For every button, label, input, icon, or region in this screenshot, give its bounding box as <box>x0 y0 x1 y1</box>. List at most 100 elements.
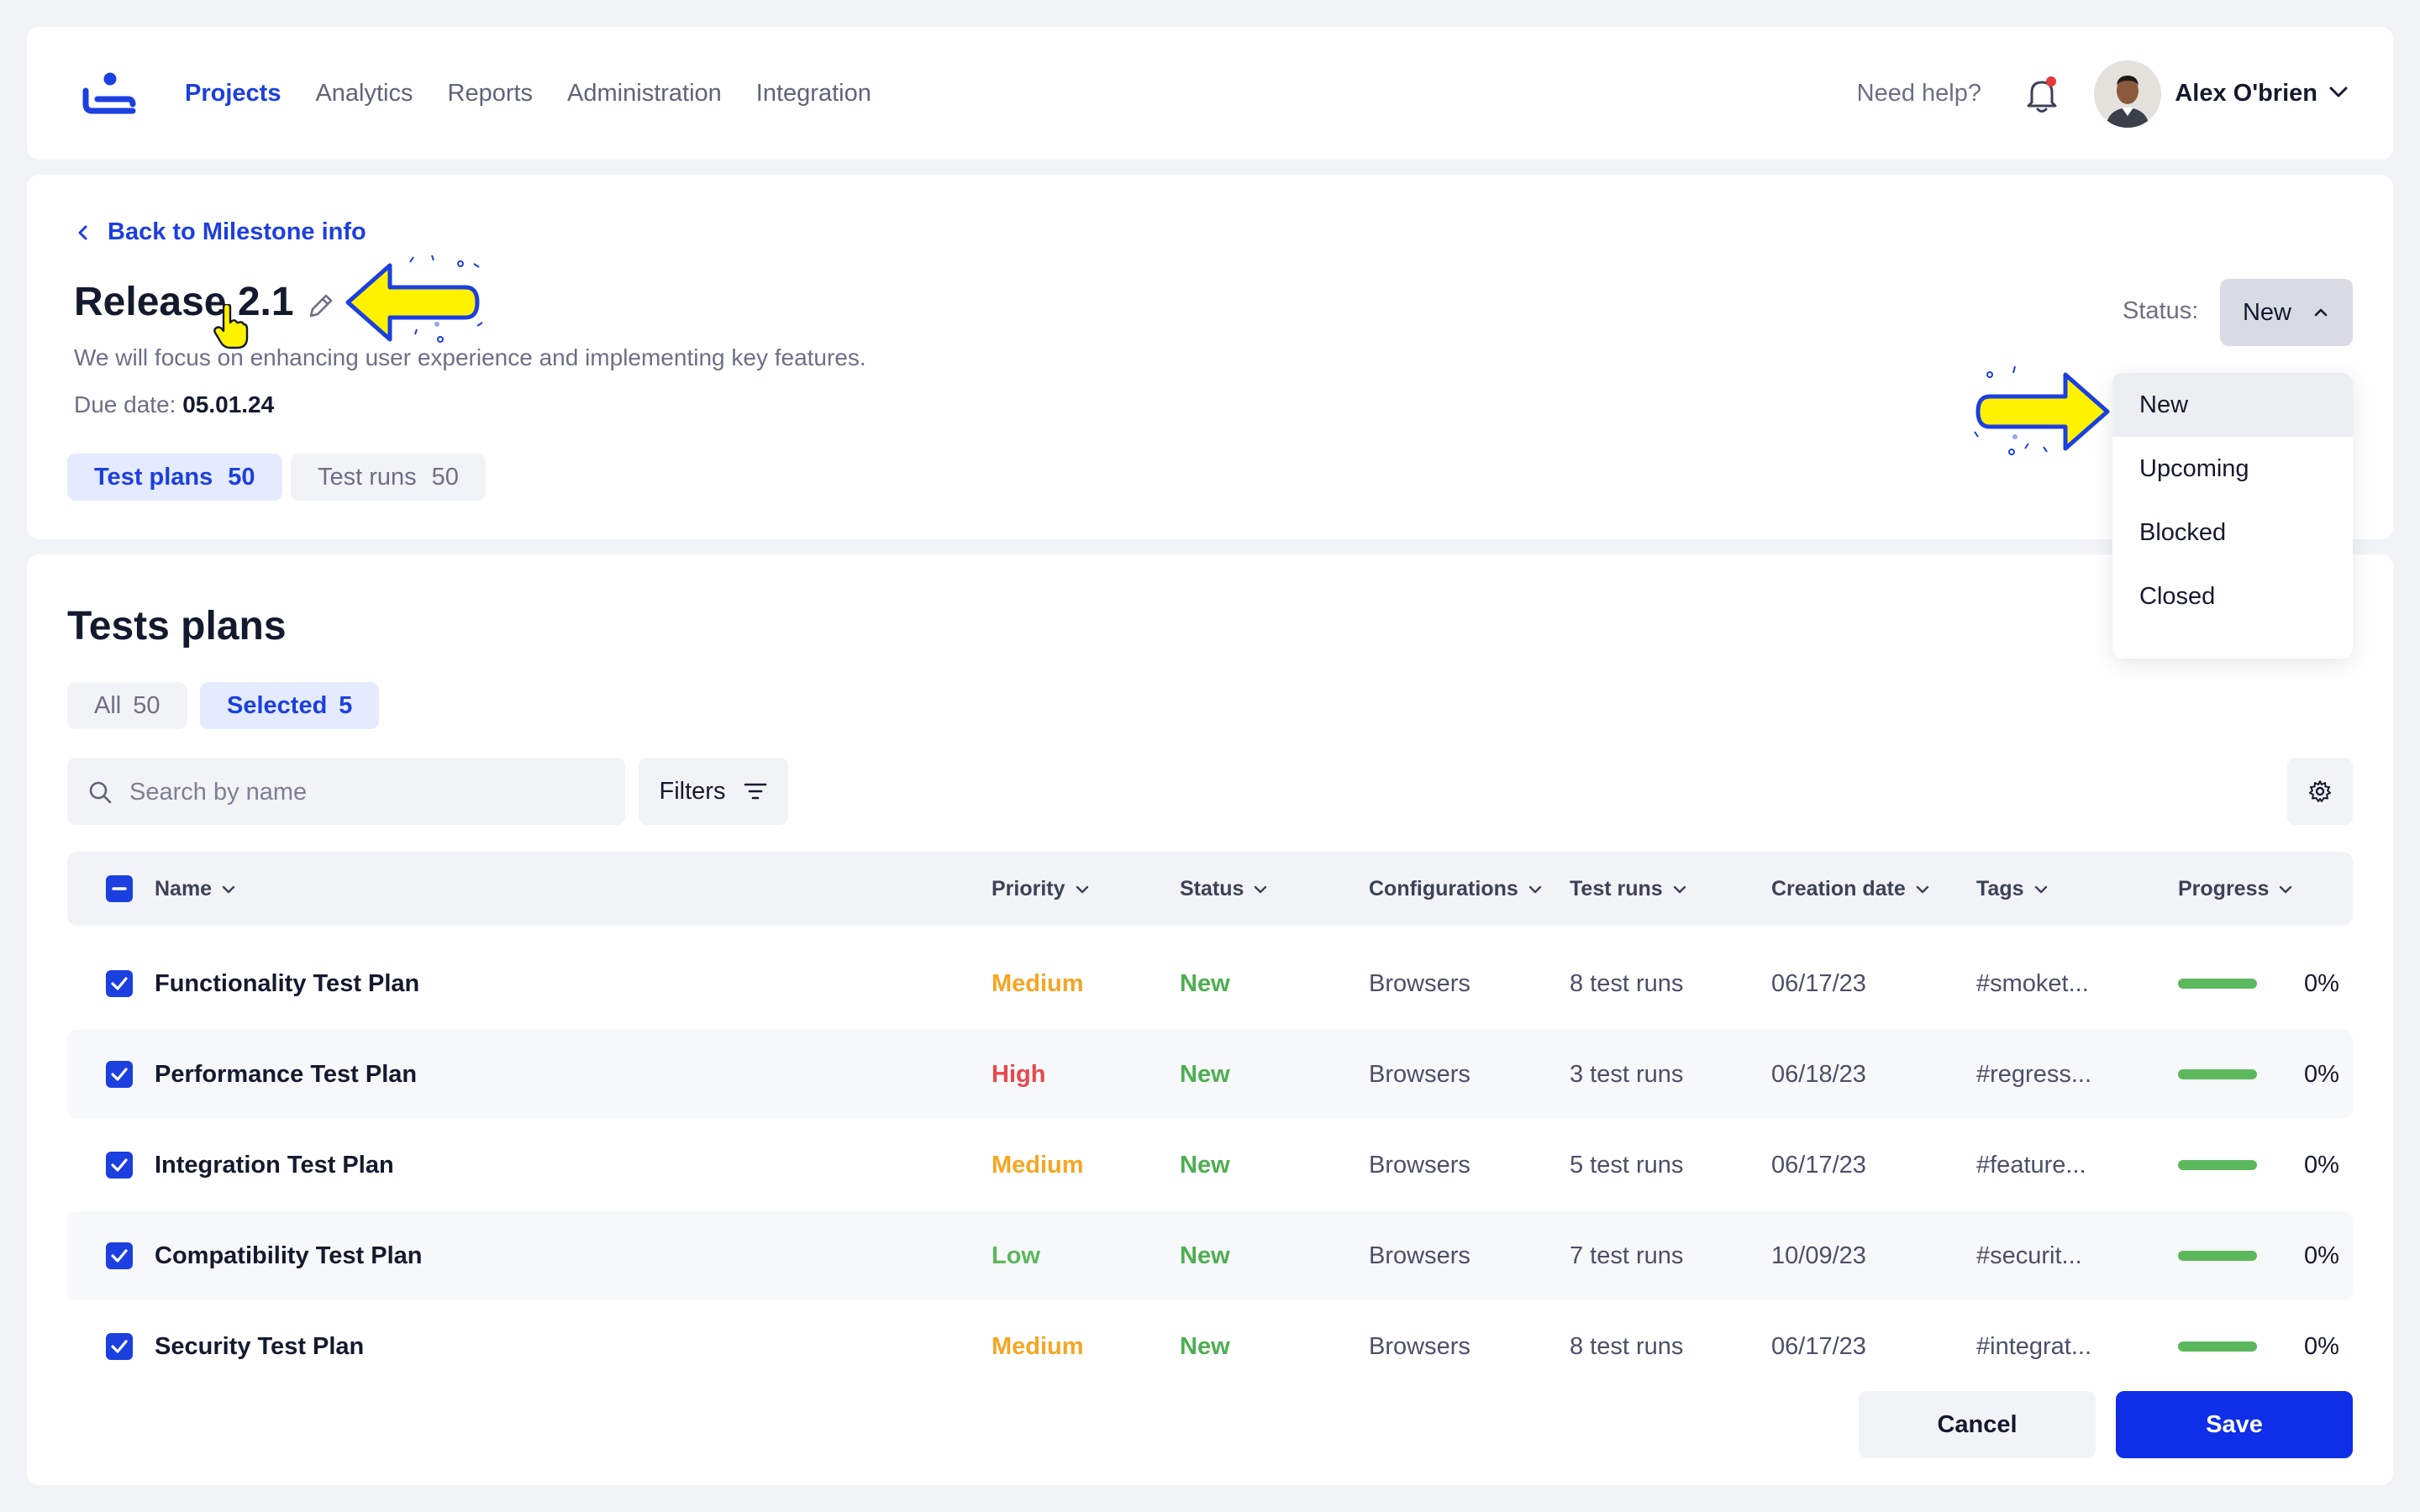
chevron-up-icon <box>2314 308 2328 317</box>
column-header-status[interactable]: Status <box>1180 852 1269 926</box>
column-header-progress[interactable]: Progress <box>2178 852 2294 926</box>
select-all-checkbox[interactable] <box>106 875 133 902</box>
table-row[interactable]: Integration Test Plan Medium New Browser… <box>67 1121 2353 1210</box>
back-link[interactable]: Back to Milestone info <box>74 218 366 246</box>
tab-test-plans-count: 50 <box>228 464 255 491</box>
milestone-title: Release 2.1 <box>74 280 294 324</box>
status-select-value: New <box>2242 298 2291 326</box>
search-box <box>67 758 625 827</box>
row-checkbox[interactable] <box>106 1152 133 1179</box>
row-checkbox[interactable] <box>106 1333 133 1360</box>
nav-integration[interactable]: Integration <box>756 80 871 108</box>
cell-creation-date: 06/18/23 <box>1771 1061 1866 1088</box>
row-checkbox[interactable] <box>106 1242 133 1269</box>
cell-creation-date: 06/17/23 <box>1771 1333 1866 1360</box>
cell-tags: #securit... <box>1976 1242 2082 1269</box>
check-icon <box>111 1158 128 1172</box>
due-date: Due date: 05.01.24 <box>74 391 274 418</box>
due-date-label: Due date: <box>74 391 176 417</box>
cell-tags: #integrat... <box>1976 1333 2092 1360</box>
user-avatar[interactable] <box>2094 60 2161 128</box>
save-button[interactable]: Save <box>2116 1391 2353 1458</box>
table-row[interactable]: Functionality Test Plan Medium New Brows… <box>67 939 2353 1028</box>
tab-test-plans-label: Test plans <box>94 464 213 491</box>
chevron-down-icon <box>1528 886 1541 894</box>
cell-name[interactable]: Performance Test Plan <box>155 1030 417 1119</box>
chevron-down-icon[interactable] <box>2326 79 2351 104</box>
status-option-new[interactable]: New <box>2112 373 2353 437</box>
cell-name[interactable]: Integration Test Plan <box>155 1121 394 1210</box>
progress-bar <box>2178 1069 2257 1079</box>
filters-button[interactable]: Filters <box>639 758 788 825</box>
status-option-closed[interactable]: Closed <box>2112 564 2353 628</box>
search-input[interactable] <box>128 758 610 827</box>
status-label: Status: <box>2123 297 2199 324</box>
back-link-label: Back to Milestone info <box>108 218 366 245</box>
nav-analytics[interactable]: Analytics <box>315 80 413 108</box>
filter-tab-selected[interactable]: Selected 5 <box>200 682 380 729</box>
app-logo-icon[interactable] <box>81 71 139 116</box>
filters-label: Filters <box>659 777 726 805</box>
column-header-priority[interactable]: Priority <box>992 852 1091 926</box>
cell-configurations: Browsers <box>1369 1152 1470 1179</box>
status-option-upcoming[interactable]: Upcoming <box>2112 437 2353 501</box>
column-header-configurations[interactable]: Configurations <box>1369 852 1544 926</box>
edit-pencil-icon[interactable] <box>304 289 338 323</box>
cell-test-runs: 8 test runs <box>1570 970 1684 997</box>
row-checkbox[interactable] <box>106 970 133 997</box>
table-row[interactable]: Performance Test Plan High New Browsers … <box>67 1030 2353 1119</box>
cell-test-runs: 5 test runs <box>1570 1152 1684 1179</box>
filter-tab-all[interactable]: All 50 <box>67 682 187 729</box>
status-select[interactable]: New <box>2220 279 2353 346</box>
tab-test-runs-count: 50 <box>431 464 459 491</box>
top-navbar: Projects Analytics Reports Administratio… <box>27 27 2393 160</box>
status-option-blocked[interactable]: Blocked <box>2112 501 2353 564</box>
chevron-left-icon <box>78 225 87 239</box>
tab-test-runs[interactable]: Test runs 50 <box>291 454 486 501</box>
user-name[interactable]: Alex O'brien <box>2175 27 2317 160</box>
column-header-creation-date[interactable]: Creation date <box>1771 852 1931 926</box>
column-header-test-runs[interactable]: Test runs <box>1570 852 1688 926</box>
cell-progress: 0% <box>2304 1333 2339 1360</box>
cell-tags: #regress... <box>1976 1061 2091 1088</box>
cell-priority: Medium <box>992 1152 1084 1179</box>
test-plans-card: Tests plans All 50 Selected 5 Filters Name… <box>27 554 2393 1485</box>
cell-test-runs: 7 test runs <box>1570 1242 1684 1269</box>
progress-bar <box>2178 1251 2257 1261</box>
tab-test-runs-label: Test runs <box>318 464 417 491</box>
cell-progress: 0% <box>2304 970 2339 997</box>
check-icon <box>111 977 128 990</box>
cell-creation-date: 10/09/23 <box>1771 1242 1866 1269</box>
cell-name[interactable]: Security Test Plan <box>155 1302 364 1391</box>
cell-name[interactable]: Compatibility Test Plan <box>155 1211 423 1300</box>
nav-reports[interactable]: Reports <box>448 80 534 108</box>
cell-tags: #feature... <box>1976 1152 2086 1179</box>
cell-test-runs: 8 test runs <box>1570 1333 1684 1360</box>
cell-status: New <box>1180 1152 1230 1179</box>
table-settings-button[interactable] <box>2287 758 2353 825</box>
column-header-tags[interactable]: Tags <box>1976 852 2049 926</box>
chevron-down-icon <box>222 886 235 894</box>
table-row[interactable]: Compatibility Test Plan Low New Browsers… <box>67 1211 2353 1300</box>
tab-test-plans[interactable]: Test plans 50 <box>67 454 282 501</box>
help-link[interactable]: Need help? <box>1857 27 1981 160</box>
nav-administration[interactable]: Administration <box>567 80 722 108</box>
cell-status: New <box>1180 1242 1230 1269</box>
minus-icon <box>112 887 127 890</box>
chevron-down-icon <box>1916 886 1928 894</box>
progress-bar <box>2178 1341 2257 1352</box>
chevron-down-icon <box>2034 886 2047 894</box>
due-date-value: 05.01.24 <box>182 391 275 417</box>
row-checkbox[interactable] <box>106 1061 133 1088</box>
check-icon <box>111 1068 128 1081</box>
avatar-portrait-icon <box>2094 60 2161 128</box>
cell-name[interactable]: Functionality Test Plan <box>155 939 419 1028</box>
cell-progress: 0% <box>2304 1152 2339 1179</box>
column-header-name[interactable]: Name <box>155 852 237 926</box>
nav-projects[interactable]: Projects <box>185 80 281 108</box>
cancel-button[interactable]: Cancel <box>1859 1391 2096 1458</box>
table-row[interactable]: Security Test Plan Medium New Browsers 8… <box>67 1302 2353 1391</box>
chevron-down-icon <box>1076 886 1088 894</box>
notification-bell-icon[interactable] <box>2023 74 2060 114</box>
cell-creation-date: 06/17/23 <box>1771 970 1866 997</box>
